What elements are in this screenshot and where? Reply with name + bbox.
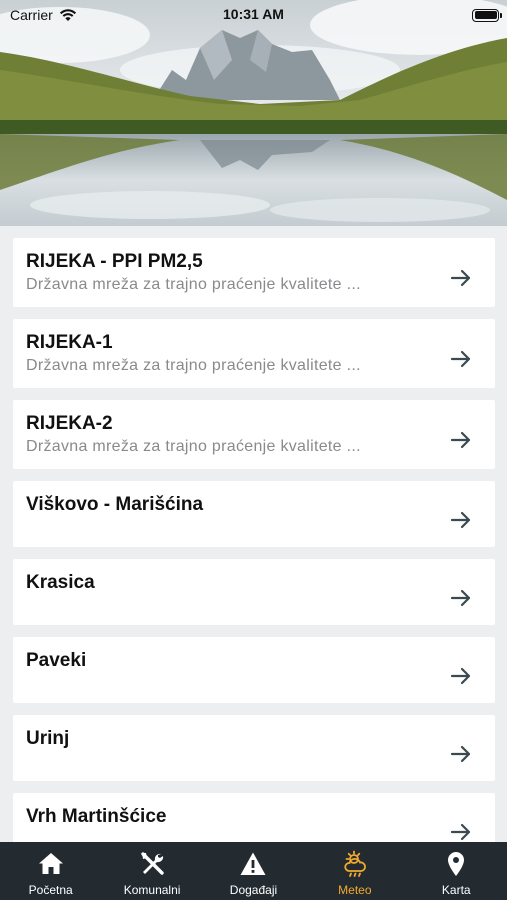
arrow-right-icon[interactable] [449,820,473,842]
arrow-right-icon[interactable] [449,508,473,532]
station-title: Paveki [26,650,87,671]
station-card[interactable]: Paveki [13,637,495,703]
hero-landscape-image [0,0,507,226]
station-subtitle: Državna mreža za trajno praćenje kvalite… [26,438,361,455]
station-title: RIJEKA-1 [26,332,113,353]
tab-label: Početna [28,883,73,897]
tab-komunalni[interactable]: Komunalni [102,850,202,897]
battery-icon [472,8,502,22]
weather-icon [344,850,366,877]
station-subtitle: Državna mreža za trajno praćenje kvalite… [26,276,361,293]
tab-pocetna[interactable]: Početna [1,850,101,897]
tab-label: Događaji [229,883,278,897]
station-title: RIJEKA-2 [26,413,113,434]
station-title: Urinj [26,728,70,749]
tab-karta[interactable]: Karta [406,850,506,897]
tab-label: Meteo [338,883,372,897]
station-card[interactable]: RIJEKA-2 Državna mreža za trajno praćenj… [13,400,495,469]
arrow-right-icon[interactable] [449,266,473,290]
home-icon [38,853,63,874]
warning-icon [240,852,266,875]
tab-bar: Početna Komunalni Događaji Meteo Karta [0,842,507,900]
station-card[interactable]: Urinj [13,715,495,781]
tab-label: Komunalni [123,883,181,897]
station-title: RIJEKA - PPI PM2,5 [26,251,203,272]
map-pin-icon [448,852,465,876]
arrow-right-icon[interactable] [449,664,473,688]
clock: 10:31 AM [223,6,284,22]
tab-label: Karta [441,883,471,897]
status-bar: Carrier 10:31 AM [0,0,507,30]
station-card[interactable]: Viškovo - Marišćina [13,481,495,547]
arrow-right-icon[interactable] [449,742,473,766]
station-card[interactable]: RIJEKA - PPI PM2,5 Državna mreža za traj… [13,238,495,307]
station-title: Vrh Martinšćice [26,806,167,827]
station-card[interactable]: RIJEKA-1 Državna mreža za trajno praćenj… [13,319,495,388]
tab-meteo[interactable]: Meteo [305,850,405,897]
arrow-right-icon[interactable] [449,347,473,371]
tab-dogadaji[interactable]: Događaji [203,850,303,897]
arrow-right-icon[interactable] [449,586,473,610]
station-list[interactable]: RIJEKA - PPI PM2,5 Državna mreža za traj… [0,226,507,842]
tools-icon [141,852,164,875]
station-subtitle: Državna mreža za trajno praćenje kvalite… [26,357,361,374]
station-title: Viškovo - Marišćina [26,494,204,515]
station-card[interactable]: Vrh Martinšćice [13,793,495,842]
arrow-right-icon[interactable] [449,428,473,452]
station-title: Krasica [26,572,95,593]
station-card[interactable]: Krasica [13,559,495,625]
